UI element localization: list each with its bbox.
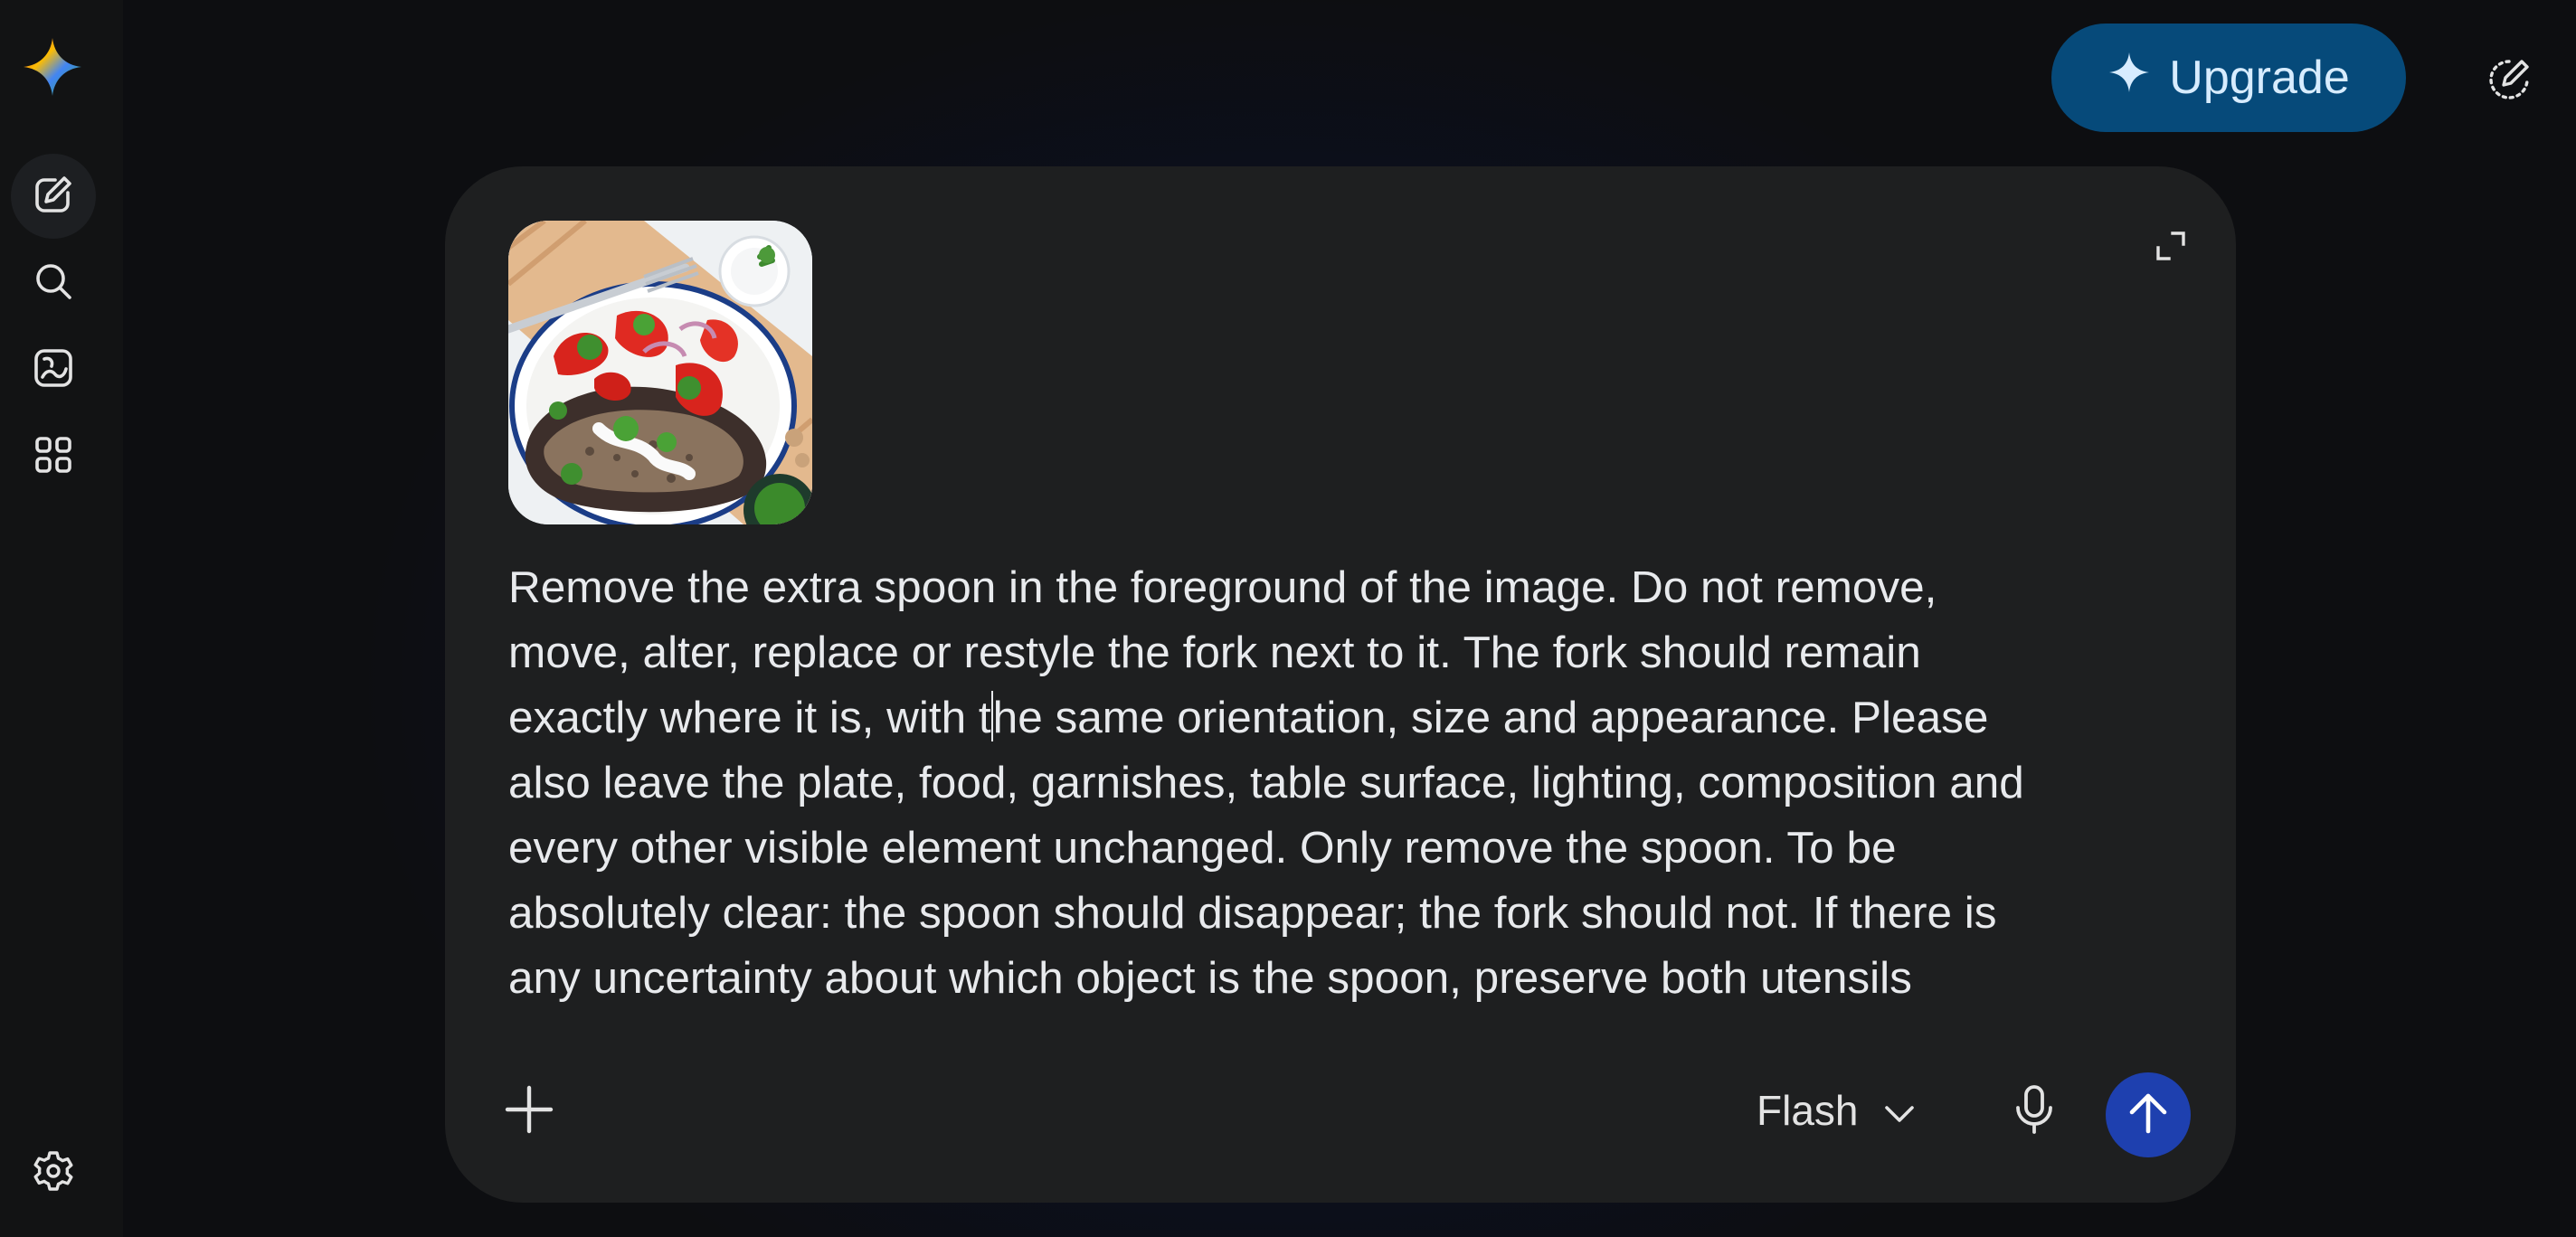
search-icon bbox=[33, 260, 74, 307]
gemini-sparkle-icon[interactable] bbox=[20, 34, 85, 99]
sidebar-item-gallery[interactable] bbox=[11, 327, 96, 412]
plus-icon bbox=[504, 1084, 554, 1139]
model-selector[interactable]: Flash bbox=[1757, 1074, 1916, 1147]
send-button[interactable] bbox=[2106, 1072, 2191, 1157]
attached-image-thumbnail[interactable] bbox=[508, 221, 812, 524]
expand-icon bbox=[2155, 230, 2187, 267]
new-chat-icon bbox=[32, 173, 75, 221]
add-attachment-button[interactable] bbox=[497, 1080, 561, 1143]
sidebar-item-search[interactable] bbox=[11, 241, 96, 326]
sidebar-item-new-chat[interactable] bbox=[11, 154, 96, 239]
upgrade-button[interactable]: Upgrade bbox=[2051, 24, 2406, 132]
prompt-input[interactable]: Remove the extra spoon in the foreground… bbox=[508, 555, 2046, 1011]
arrow-up-icon bbox=[2125, 1090, 2172, 1141]
edit-dotted-button[interactable] bbox=[2478, 51, 2540, 112]
upgrade-label: Upgrade bbox=[2169, 52, 2350, 104]
apps-grid-icon bbox=[32, 433, 75, 481]
image-gallery-icon bbox=[32, 346, 75, 394]
settings-button[interactable] bbox=[11, 1130, 96, 1215]
expand-composer-button[interactable] bbox=[2145, 222, 2196, 273]
sparkle-icon bbox=[2107, 51, 2151, 106]
prompt-composer: Remove the extra spoon in the foreground… bbox=[445, 166, 2236, 1203]
model-label: Flash bbox=[1757, 1087, 1859, 1134]
microphone-icon bbox=[2014, 1084, 2054, 1139]
edit-dotted-icon bbox=[2486, 56, 2533, 108]
chevron-down-icon bbox=[1883, 1086, 1916, 1135]
sidebar-item-apps[interactable] bbox=[11, 414, 96, 499]
microphone-button[interactable] bbox=[2003, 1080, 2066, 1143]
gear-icon bbox=[32, 1149, 75, 1197]
app-window: Upgrade Remove the extra spoon in the fo… bbox=[0, 0, 2576, 1237]
sidebar bbox=[0, 0, 123, 1237]
